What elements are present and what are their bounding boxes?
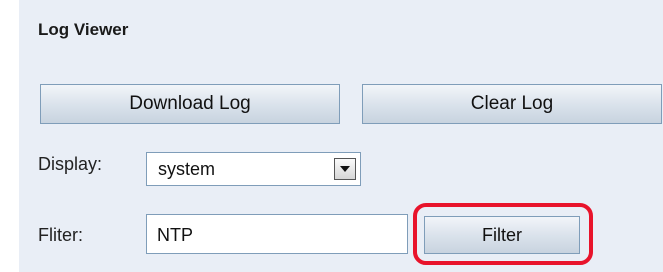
filter-highlight-annotation	[413, 203, 593, 265]
display-select-value: system	[158, 159, 216, 179]
display-label: Display:	[38, 154, 103, 174]
filter-input[interactable]: NTP	[146, 214, 408, 254]
display-select[interactable]: system	[146, 152, 361, 186]
chevron-down-icon[interactable]	[334, 158, 356, 180]
section-title: Log Viewer	[38, 20, 129, 39]
filter-label: Fliter:	[38, 225, 83, 245]
download-log-button[interactable]: Download Log	[40, 84, 340, 124]
clear-log-button[interactable]: Clear Log	[362, 84, 662, 124]
